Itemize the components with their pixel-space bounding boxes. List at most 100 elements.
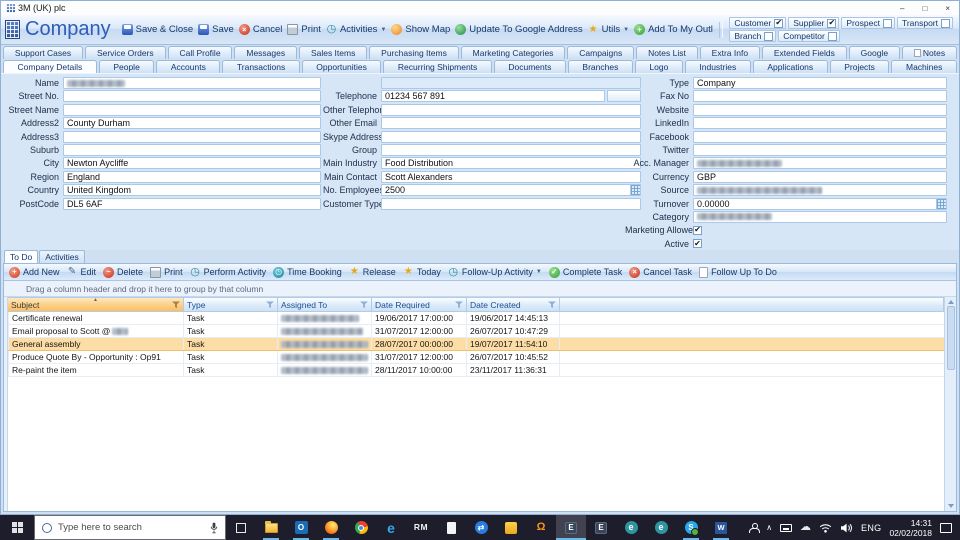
group-by-bar[interactable]: Drag a column header and drop it here to… bbox=[4, 281, 956, 297]
tab-campaigns[interactable]: Campaigns bbox=[567, 46, 635, 59]
field-main-contact[interactable]: Scott Alexanders bbox=[381, 170, 641, 183]
toolbar-button-add-to-my-outlook-contacts[interactable]: +Add To My Outlook Contacts bbox=[634, 24, 713, 35]
field-no-employees[interactable]: 2500 bbox=[381, 184, 641, 197]
tab-activities[interactable]: Activities bbox=[39, 250, 85, 263]
task-view-button[interactable] bbox=[226, 515, 256, 540]
tab-documents[interactable]: Documents bbox=[493, 60, 566, 73]
tab-purchasing-items[interactable]: Purchasing Items bbox=[369, 46, 459, 59]
toolbar-button-show-map[interactable]: Show Map bbox=[391, 24, 450, 35]
flag-customer[interactable]: Customer bbox=[729, 17, 787, 29]
taskbar-word[interactable]: W bbox=[706, 515, 736, 540]
start-button[interactable] bbox=[0, 515, 34, 540]
field-facebook[interactable] bbox=[693, 130, 947, 143]
tab-opportunities[interactable]: Opportunities bbox=[301, 60, 382, 73]
flag-prospect[interactable]: Prospect bbox=[841, 17, 895, 29]
toolbar-button-utils[interactable]: ★ Utils ▼ bbox=[588, 24, 629, 35]
tab-to-do[interactable]: To Do bbox=[4, 250, 39, 263]
field-other-email[interactable] bbox=[381, 117, 641, 130]
field-other-telephone[interactable] bbox=[381, 103, 641, 116]
taskbar-file-explorer[interactable] bbox=[256, 515, 286, 540]
checkbox-competitor[interactable] bbox=[827, 31, 837, 41]
field-address3[interactable] bbox=[63, 130, 321, 143]
tab-marketing-categories[interactable]: Marketing Categories bbox=[460, 46, 566, 59]
filter-icon[interactable] bbox=[266, 301, 274, 309]
filter-icon[interactable] bbox=[455, 301, 463, 309]
field-city[interactable]: Newton Aycliffe bbox=[63, 157, 321, 170]
field-type[interactable]: Company bbox=[693, 77, 947, 89]
field-skype-address[interactable] bbox=[381, 130, 641, 143]
todo-button-complete-task[interactable]: ✓ Complete Task bbox=[548, 266, 622, 278]
toolbar-button-cancel[interactable]: × Cancel bbox=[238, 24, 282, 35]
field-customer-type[interactable] bbox=[381, 197, 641, 210]
column-header-subject[interactable]: ▲ Subject bbox=[8, 297, 184, 312]
maximize-button[interactable]: □ bbox=[922, 4, 927, 13]
tab-machines[interactable]: Machines bbox=[891, 60, 957, 73]
toolbar-button-save[interactable]: Save bbox=[198, 24, 234, 35]
todo-button-cancel-task[interactable]: × Cancel Task bbox=[629, 266, 692, 278]
todo-button-time-booking[interactable]: ◷ Time Booking bbox=[273, 266, 342, 278]
dropdown-caret-icon[interactable]: ▼ bbox=[623, 27, 629, 33]
filter-icon[interactable] bbox=[360, 301, 368, 309]
taskbar-openvpn[interactable]: Ω bbox=[526, 515, 556, 540]
spinner-icon[interactable] bbox=[936, 198, 946, 209]
taskbar-search[interactable]: Type here to search bbox=[34, 515, 226, 540]
keyboard-icon[interactable] bbox=[780, 523, 793, 532]
column-header-date-created[interactable]: Date Created bbox=[467, 297, 560, 312]
checkbox-active[interactable] bbox=[693, 239, 702, 249]
flag-supplier[interactable]: Supplier bbox=[788, 17, 840, 29]
flag-competitor[interactable]: Competitor bbox=[778, 30, 840, 42]
todo-button-delete[interactable]: − Delete bbox=[103, 266, 143, 278]
tab-logo[interactable]: Logo bbox=[634, 60, 683, 73]
taskbar-skype[interactable]: S bbox=[676, 515, 706, 540]
table-row[interactable]: General assembly Task 28/07/2017 00:00:00 1… bbox=[8, 338, 944, 351]
taskbar-chrome[interactable] bbox=[346, 515, 376, 540]
taskbar-yellow-app[interactable] bbox=[496, 515, 526, 540]
tab-sales-items[interactable]: Sales Items bbox=[299, 46, 368, 59]
taskbar-edge[interactable]: e bbox=[376, 515, 406, 540]
vertical-scrollbar[interactable] bbox=[944, 297, 956, 511]
toolbar-button-activities[interactable]: ◷ Activities ▼ bbox=[326, 24, 387, 35]
taskbar-app-e2[interactable]: E bbox=[586, 515, 616, 540]
checkbox-transport[interactable] bbox=[941, 18, 950, 28]
taskbar-app-e1[interactable]: E bbox=[556, 515, 586, 540]
column-header-type[interactable]: Type bbox=[184, 297, 278, 312]
filter-icon[interactable] bbox=[548, 301, 556, 309]
taskbar-outlook[interactable]: O bbox=[286, 515, 316, 540]
tab-branches[interactable]: Branches bbox=[567, 60, 633, 73]
taskbar-document[interactable] bbox=[436, 515, 466, 540]
taskbar-clock[interactable]: 14:31 02/02/2018 bbox=[889, 518, 932, 538]
tab-transactions[interactable]: Transactions bbox=[222, 60, 300, 73]
close-button[interactable]: × bbox=[945, 4, 950, 13]
field-suburb[interactable] bbox=[63, 143, 321, 156]
todo-button-add-new[interactable]: + Add New bbox=[9, 266, 60, 278]
todo-button-follow-up-to-do[interactable]: Follow Up To Do bbox=[699, 266, 777, 278]
tab-messages[interactable]: Messages bbox=[234, 46, 298, 59]
taskbar-firefox[interactable] bbox=[316, 515, 346, 540]
microphone-icon[interactable] bbox=[210, 522, 218, 534]
field-street-no[interactable] bbox=[63, 90, 321, 103]
flag-transport[interactable]: Transport bbox=[896, 17, 953, 29]
field-fax-no[interactable] bbox=[693, 90, 947, 103]
field-main-industry[interactable]: Food Distribution bbox=[381, 157, 641, 170]
tab-people[interactable]: People bbox=[98, 60, 155, 73]
todo-button-edit[interactable]: ✎ Edit bbox=[67, 267, 96, 278]
checkbox-customer[interactable] bbox=[774, 18, 784, 28]
column-header-assigned-to[interactable]: Assigned To bbox=[278, 297, 372, 312]
table-row[interactable]: Re-paint the item Task 28/11/2017 10:00:00… bbox=[8, 364, 944, 377]
taskbar-rm[interactable]: RM bbox=[406, 515, 436, 540]
field-postcode[interactable]: DL5 6AF bbox=[63, 197, 321, 210]
taskbar-app-teal-1[interactable]: e bbox=[616, 515, 646, 540]
tab-applications[interactable]: Applications bbox=[752, 60, 828, 73]
minimize-button[interactable]: – bbox=[900, 4, 904, 13]
scrollbar-thumb[interactable] bbox=[946, 306, 955, 370]
field-category[interactable] bbox=[693, 210, 947, 223]
tab-support-cases[interactable]: Support Cases bbox=[3, 46, 84, 59]
action-center-icon[interactable] bbox=[940, 522, 952, 533]
dropdown-caret-icon[interactable]: ▼ bbox=[380, 27, 386, 33]
tab-notes-list[interactable]: Notes List bbox=[636, 46, 698, 59]
field-blank[interactable] bbox=[381, 77, 641, 89]
column-header-date-required[interactable]: Date Required bbox=[372, 297, 467, 312]
cloud-icon[interactable]: ☁ bbox=[800, 522, 811, 533]
field-group[interactable] bbox=[381, 143, 641, 156]
field-telephone[interactable]: 01234 567 891 bbox=[381, 90, 605, 103]
